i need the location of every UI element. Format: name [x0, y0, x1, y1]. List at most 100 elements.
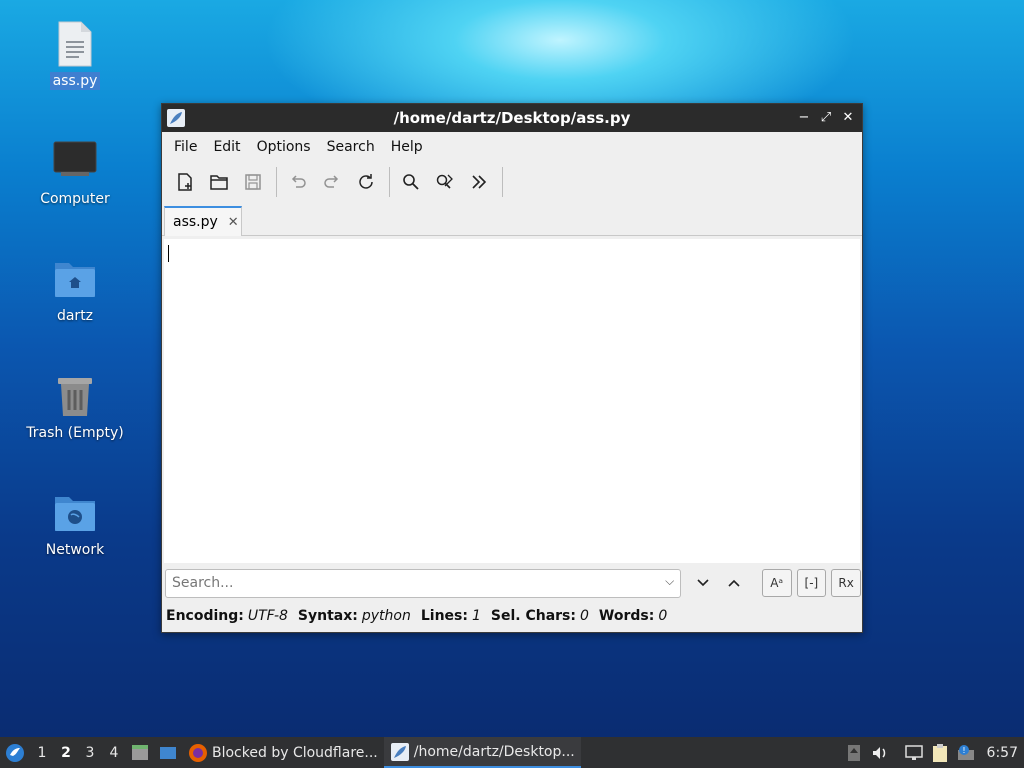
toolbar-separator — [389, 167, 390, 197]
redo-button[interactable] — [317, 167, 347, 197]
desktop-icon-network[interactable]: Network — [20, 489, 130, 559]
redo-icon — [324, 175, 339, 188]
match-case-button[interactable]: Aᵃ — [761, 569, 792, 597]
menu-file[interactable]: File — [168, 139, 203, 155]
desktop-icon-label: dartz — [56, 308, 94, 324]
taskbar-app-label: /home/dartz/Desktop... — [413, 743, 575, 760]
find-next-button[interactable] — [689, 569, 717, 597]
search-placeholder: Search... — [172, 575, 234, 591]
lines-value: 1 — [471, 608, 481, 624]
syntax-key: Syntax: — [297, 608, 358, 624]
taskbar-app-editor[interactable]: /home/dartz/Desktop... — [383, 737, 581, 768]
firefox-icon — [189, 743, 207, 762]
notification-icon[interactable]: ! — [953, 737, 979, 768]
more-button[interactable] — [464, 167, 494, 197]
workspace-1[interactable]: 1 — [30, 745, 54, 761]
menu-search[interactable]: Search — [321, 139, 381, 155]
words-key: Words: — [598, 608, 655, 624]
chevron-down-icon[interactable]: ⌵ — [665, 574, 674, 589]
clock[interactable]: 6:57 — [979, 745, 1024, 761]
desktop-icon-label: Trash (Empty) — [26, 425, 124, 441]
menu-help[interactable]: Help — [385, 139, 429, 155]
find-replace-icon — [436, 174, 453, 189]
start-menu-button[interactable] — [0, 737, 30, 768]
network-folder-icon — [51, 489, 99, 537]
close-button[interactable]: ✕ — [840, 108, 856, 128]
desktop-icon-dartz[interactable]: dartz — [20, 255, 130, 325]
menu-edit[interactable]: Edit — [207, 139, 246, 155]
save-button[interactable] — [238, 167, 268, 197]
undo-button[interactable] — [283, 167, 313, 197]
home-folder-icon — [51, 255, 99, 303]
tab-close-icon[interactable]: ✕ — [228, 215, 239, 230]
window-titlebar[interactable]: /home/dartz/Desktop/ass.py − ⤢ ✕ — [162, 104, 862, 132]
system-tray: ! 6:57 — [841, 737, 1024, 768]
text-editor-area[interactable] — [164, 239, 860, 563]
new-file-button[interactable] — [170, 167, 200, 197]
more-icon — [472, 175, 487, 189]
menu-options[interactable]: Options — [251, 139, 317, 155]
taskbar-app-label: Blocked by Cloudflare... — [212, 744, 378, 761]
window-title: /home/dartz/Desktop/ass.py — [393, 109, 631, 127]
network-icon[interactable] — [901, 737, 927, 768]
desktop-icon — [160, 746, 176, 759]
save-file-icon — [245, 174, 261, 190]
undo-icon — [291, 175, 306, 188]
search-input[interactable]: Search... ⌵ — [165, 568, 682, 598]
svg-text:!: ! — [962, 746, 965, 755]
taskbar: 1 2 3 4 Blocked by Cloudflare... /home/d… — [0, 737, 1024, 768]
search-bar: Search... ⌵ Aᵃ [-] Rx — [165, 568, 862, 598]
reload-button[interactable] — [351, 167, 381, 197]
taskbar-app-firefox[interactable]: Blocked by Cloudflare... — [182, 737, 384, 768]
desktop-icon-label: ass.py — [49, 72, 101, 90]
text-editor-window: /home/dartz/Desktop/ass.py − ⤢ ✕ File Ed… — [161, 103, 863, 633]
workspace-2[interactable]: 2 — [54, 745, 78, 761]
lines-key: Lines: — [420, 608, 468, 624]
featherpad-icon — [390, 742, 409, 761]
minimize-button[interactable]: − — [796, 108, 812, 128]
update-notifier-icon[interactable] — [841, 737, 867, 768]
featherpad-icon — [167, 109, 185, 127]
clipboard-icon[interactable] — [927, 737, 953, 768]
regex-button[interactable]: Rx — [831, 569, 862, 597]
new-file-icon — [178, 173, 192, 191]
chevron-up-icon — [728, 579, 740, 587]
text-file-icon — [51, 20, 99, 68]
workspace-3[interactable]: 3 — [78, 745, 102, 761]
text-caret — [168, 245, 169, 262]
tab-label: ass.py — [173, 214, 218, 230]
encoding-key: Encoding: — [166, 608, 244, 624]
desktop-icon-label: Network — [45, 542, 105, 558]
whole-word-button[interactable]: [-] — [796, 569, 827, 597]
lubuntu-logo-icon — [6, 743, 24, 762]
tab-ass-py[interactable]: ass.py ✕ — [164, 206, 242, 236]
open-file-icon — [210, 175, 228, 190]
toolbar — [162, 162, 862, 202]
open-file-button[interactable] — [204, 167, 234, 197]
maximize-button[interactable]: ⤢ — [818, 108, 834, 128]
chevron-down-icon — [697, 579, 709, 587]
syntax-value: python — [361, 608, 411, 624]
find-button[interactable] — [396, 167, 426, 197]
desktop-icon-trash[interactable]: Trash (Empty) — [20, 372, 130, 442]
trash-icon — [51, 372, 99, 420]
show-desktop-button[interactable] — [154, 737, 182, 768]
sel-chars-value: 0 — [579, 608, 589, 624]
sel-chars-key: Sel. Chars: — [490, 608, 576, 624]
menubar: File Edit Options Search Help — [162, 132, 862, 162]
find-previous-button[interactable] — [720, 569, 748, 597]
find-icon — [403, 174, 419, 190]
computer-icon — [51, 138, 99, 186]
status-bar: Encoding: UTF-8 Syntax: python Lines: 1 … — [166, 604, 677, 628]
workspace-4[interactable]: 4 — [102, 745, 126, 761]
desktop-icon-computer[interactable]: Computer — [20, 138, 130, 208]
tab-bar: ass.py ✕ — [162, 202, 862, 236]
desktop-icon-ass-py[interactable]: ass.py — [20, 20, 130, 90]
find-replace-button[interactable] — [430, 167, 460, 197]
volume-icon[interactable] — [867, 737, 893, 768]
words-value: 0 — [658, 608, 668, 624]
toolbar-separator — [276, 167, 277, 197]
file-manager-launcher[interactable] — [126, 737, 154, 768]
reload-icon — [359, 174, 373, 189]
desktop-icon-label: Computer — [40, 191, 110, 207]
